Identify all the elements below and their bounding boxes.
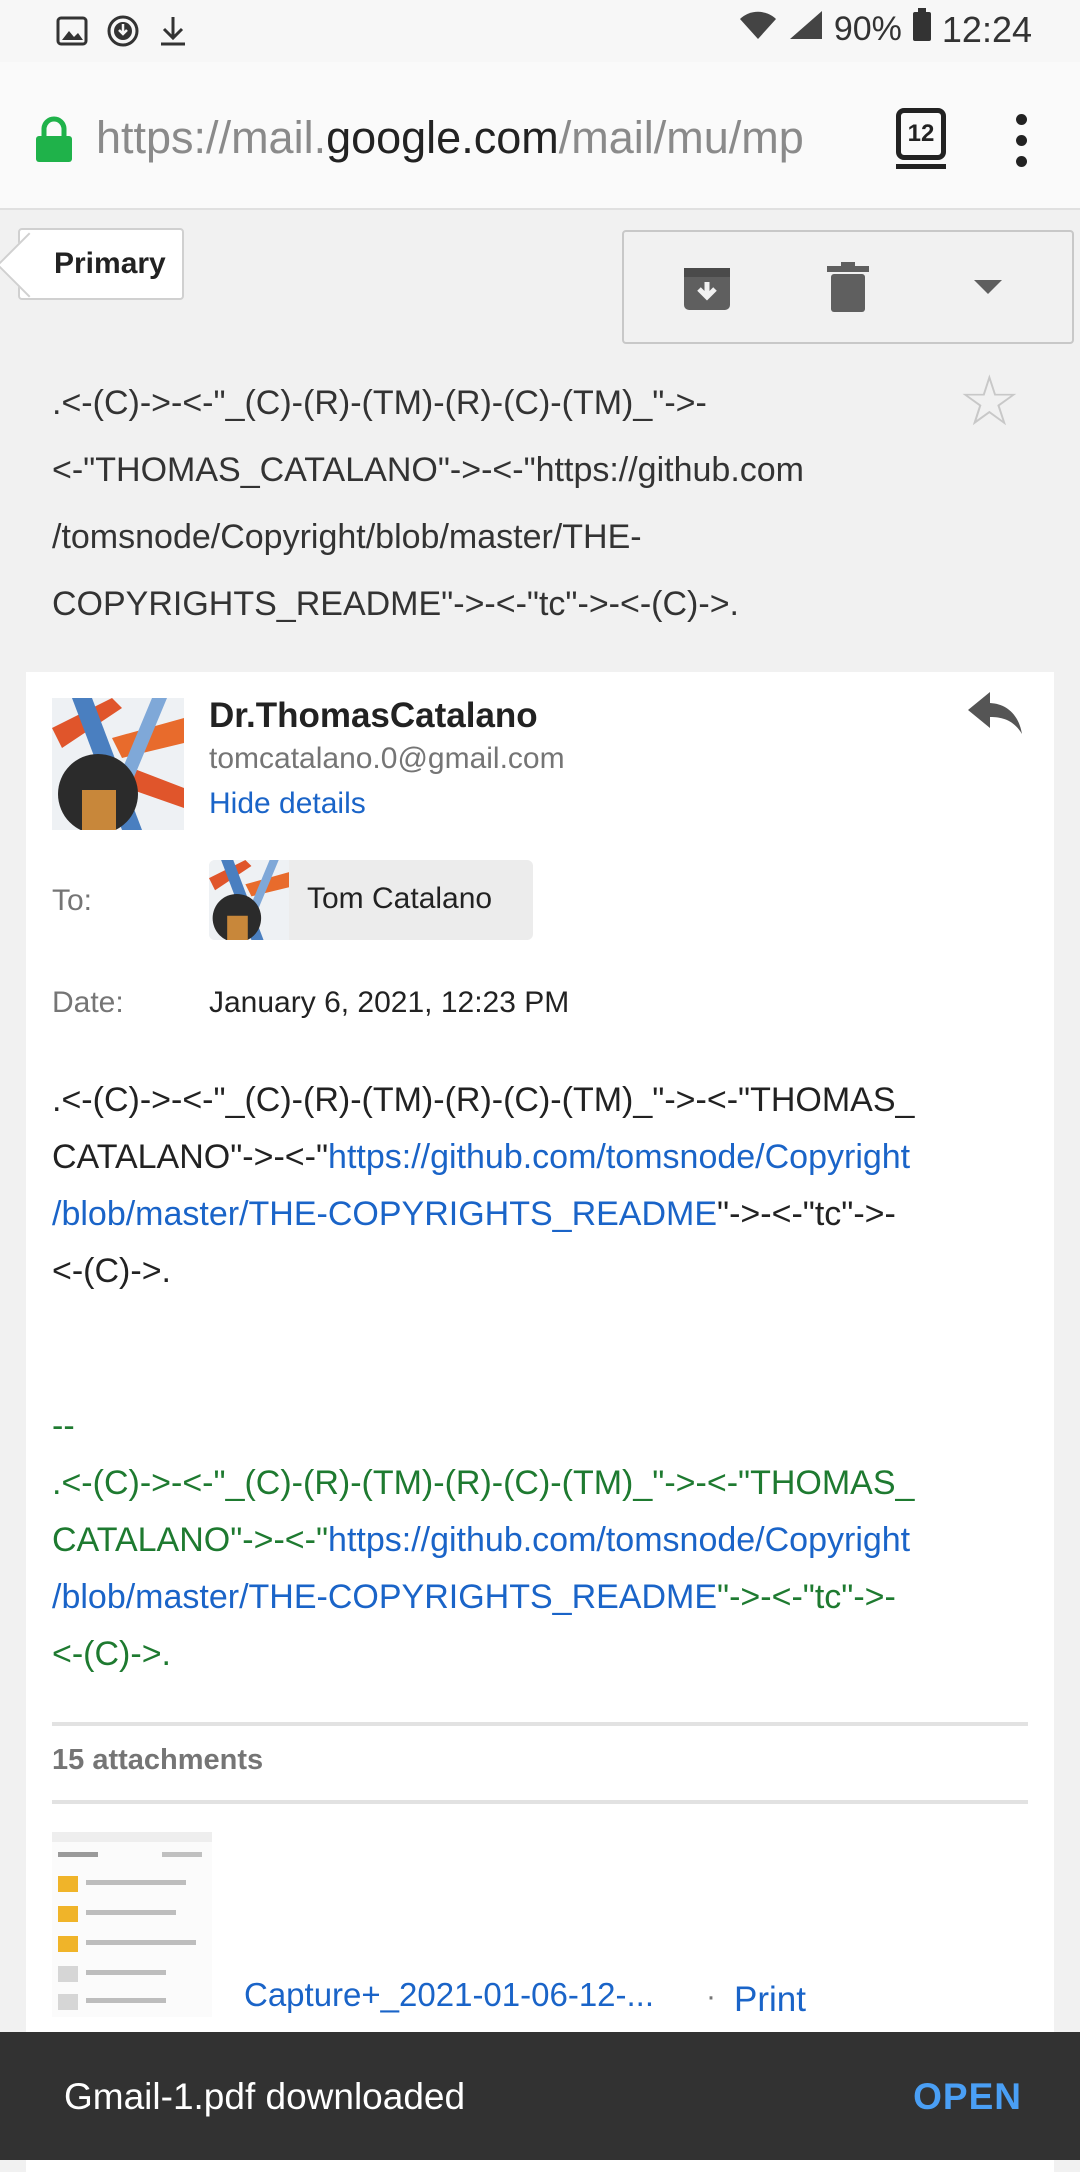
- message-body: .<-(C)->-<-"_(C)-(R)-(TM)-(R)-(C)-(TM)_"…: [52, 1072, 1012, 1300]
- attachment-separator: ·: [706, 1980, 716, 2013]
- attachment-thumbnail[interactable]: [52, 1832, 212, 2017]
- body-link[interactable]: https://github.com/tomsnode/Copyright: [328, 1138, 910, 1176]
- image-icon: [56, 16, 88, 51]
- to-label: To:: [52, 884, 93, 917]
- battery-icon: [912, 8, 932, 51]
- date-value: January 6, 2021, 12:23 PM: [209, 986, 570, 1019]
- subject-line: /tomsnode/Copyright/blob/master/THE-: [52, 518, 642, 556]
- signature-line: <-(C)->.: [52, 1635, 171, 1673]
- sender-name: Dr.ThomasCatalano: [209, 696, 538, 735]
- reply-icon[interactable]: [968, 692, 1022, 741]
- status-bar: 90% 12:24: [0, 0, 1080, 62]
- body-text: CATALANO"->-<-": [52, 1138, 329, 1176]
- url-field[interactable]: https://mail.google.com/mail/mu/mp: [96, 112, 866, 164]
- lock-icon: [34, 116, 74, 169]
- url-prefix: https://mail.: [96, 112, 327, 163]
- body-line: .<-(C)->-<-"_(C)-(R)-(TM)-(R)-(C)-(TM)_"…: [52, 1081, 915, 1119]
- divider: [52, 1722, 1028, 1726]
- sender-email: tomcatalano.0@gmail.com: [209, 742, 565, 775]
- signature-text: "->-<-"tc"->-: [717, 1578, 896, 1616]
- body-text: "->-<-"tc"->-: [717, 1195, 896, 1233]
- attachments-count: 15 attachments: [52, 1744, 264, 1776]
- download-icon: [158, 14, 188, 53]
- battery-percent: 90%: [833, 10, 902, 48]
- recipient-name: Tom Catalano: [307, 882, 493, 915]
- tab-switcher-button[interactable]: 12: [896, 108, 946, 169]
- back-label: Primary: [54, 247, 166, 280]
- attachment-name-link[interactable]: Capture+_2021-01-06-12-...: [244, 1976, 654, 2014]
- url-path: /mail/mu/mp: [558, 112, 804, 163]
- delete-icon[interactable]: [827, 262, 869, 317]
- more-dropdown-icon[interactable]: [974, 280, 1002, 299]
- download-snackbar: Gmail-1.pdf downloaded OPEN: [0, 2032, 1080, 2160]
- recipient-avatar: [209, 860, 289, 940]
- star-icon[interactable]: ☆: [958, 360, 1021, 442]
- body-link[interactable]: /blob/master/THE-COPYRIGHTS_README: [52, 1195, 717, 1233]
- snackbar-open-button[interactable]: OPEN: [913, 2076, 1022, 2118]
- email-subject: .<-(C)->-<-"_(C)-(R)-(TM)-(R)-(C)-(TM)_"…: [52, 370, 932, 638]
- back-to-primary-button[interactable]: Primary: [18, 228, 184, 300]
- message-card: Dr.ThomasCatalano tomcatalano.0@gmail.co…: [26, 672, 1054, 2172]
- browser-menu-icon[interactable]: [1016, 114, 1027, 177]
- snackbar-message: Gmail-1.pdf downloaded: [64, 2076, 466, 2117]
- recipient-chip[interactable]: Tom Catalano: [209, 860, 533, 940]
- download-status-icon: [106, 14, 140, 53]
- signature-line: .<-(C)->-<-"_(C)-(R)-(TM)-(R)-(C)-(TM)_"…: [52, 1464, 915, 1502]
- attachment-print-link[interactable]: Print: [734, 1980, 806, 2020]
- sender-avatar: [52, 698, 184, 830]
- signature-text: CATALANO"->-<-": [52, 1521, 329, 1559]
- subject-line: COPYRIGHTS_README"->-<-"tc"->-<-(C)->.: [52, 585, 740, 623]
- browser-url-bar: https://mail.google.com/mail/mu/mp 12: [0, 62, 1080, 210]
- signature: -- .<-(C)->-<-"_(C)-(R)-(TM)-(R)-(C)-(TM…: [52, 1398, 1012, 1683]
- body-line: <-(C)->.: [52, 1252, 171, 1290]
- archive-icon[interactable]: [682, 262, 732, 317]
- hide-details-link[interactable]: Hide details: [209, 787, 366, 821]
- wifi-icon: [738, 9, 778, 50]
- url-host: google.com: [326, 112, 559, 163]
- signal-icon: [788, 9, 824, 50]
- clock: 12:24: [941, 8, 1032, 50]
- message-actions: [622, 230, 1074, 344]
- divider: [52, 1800, 1028, 1804]
- subject-line: .<-(C)->-<-"_(C)-(R)-(TM)-(R)-(C)-(TM)_"…: [52, 384, 707, 422]
- signature-link[interactable]: https://github.com/tomsnode/Copyright: [328, 1521, 910, 1559]
- signature-link[interactable]: /blob/master/THE-COPYRIGHTS_README: [52, 1578, 717, 1616]
- subject-line: <-"THOMAS_CATALANO"->-<-"https://github.…: [52, 451, 805, 489]
- signature-dash: --: [52, 1407, 75, 1445]
- date-label: Date:: [52, 986, 124, 1019]
